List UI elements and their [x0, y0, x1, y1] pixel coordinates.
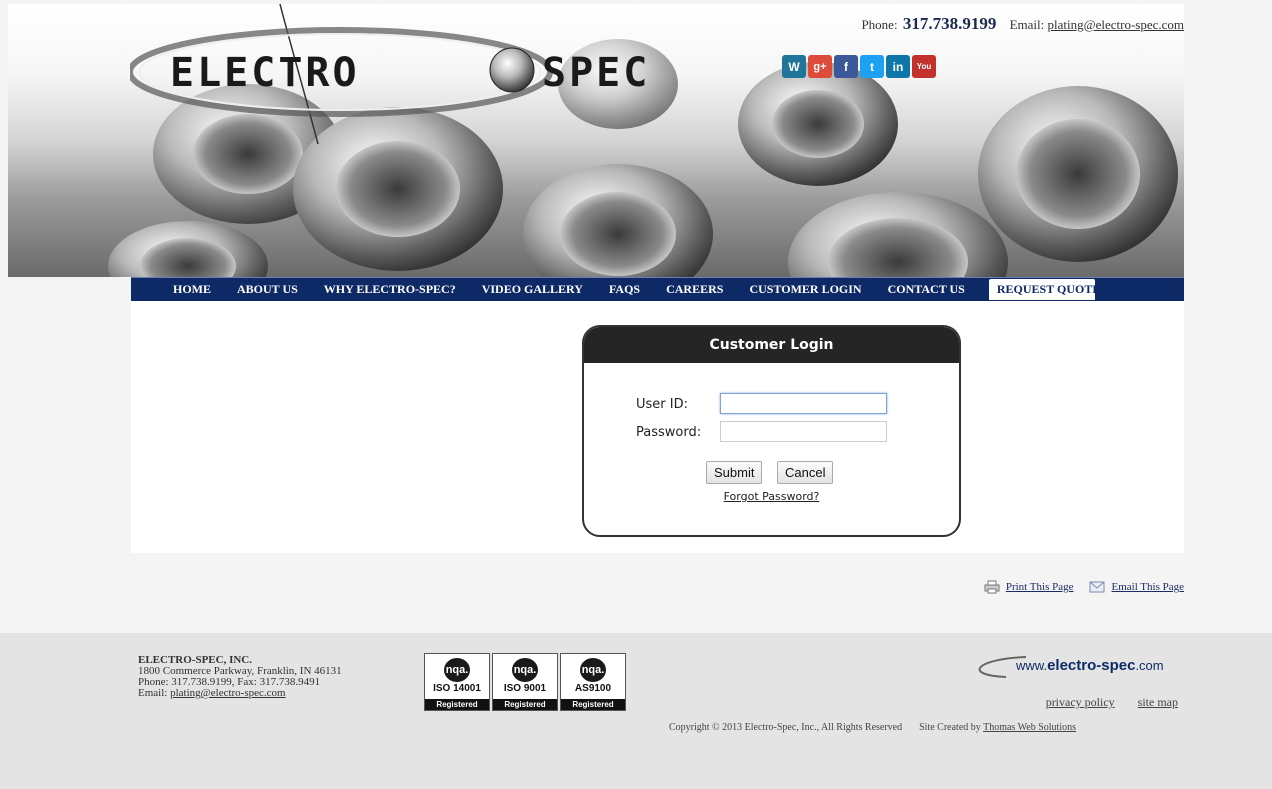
- twitter-icon[interactable]: t: [860, 55, 884, 78]
- social-icons: W g+ f t in You: [782, 55, 936, 78]
- svg-text:ELECTRO: ELECTRO: [170, 50, 360, 96]
- email-page-link[interactable]: Email This Page: [1111, 581, 1184, 593]
- nav-faqs[interactable]: FAQS: [609, 282, 640, 297]
- header-email-link[interactable]: plating@electro-spec.com: [1048, 17, 1185, 32]
- nav-careers[interactable]: CAREERS: [666, 282, 723, 297]
- customer-login-panel: Customer Login User ID: Password: Submit…: [582, 325, 961, 537]
- cancel-button[interactable]: Cancel: [777, 461, 834, 484]
- www-domain: electro-spec: [1047, 657, 1135, 674]
- page-tools: Print This Page Email This Page: [984, 580, 1184, 594]
- footer-links: privacy policy site map: [1026, 695, 1178, 710]
- copyright-text: Copyright © 2013 Electro-Spec, Inc., All…: [669, 722, 903, 733]
- certification-badges: nqa. ISO 14001 Registered nqa. ISO 9001 …: [424, 653, 626, 711]
- login-title: Customer Login: [584, 327, 959, 363]
- nqa-logo: nqa.: [444, 658, 470, 682]
- iso-9001-badge: nqa. ISO 9001 Registered: [492, 653, 558, 711]
- footer-email-link[interactable]: plating@electro-spec.com: [170, 687, 286, 699]
- badge-status: Registered: [561, 699, 625, 710]
- nav-video-gallery[interactable]: VIDEO GALLERY: [482, 282, 583, 297]
- badge-standard: ISO 14001: [433, 683, 481, 694]
- phone-label: Phone:: [861, 17, 898, 32]
- svg-text:SPEC: SPEC: [542, 50, 650, 96]
- google-plus-icon[interactable]: g+: [808, 55, 832, 78]
- password-input[interactable]: [720, 421, 887, 442]
- nav-home[interactable]: HOME: [173, 282, 211, 297]
- svg-text:www.electro-spec.com: www.electro-spec.com: [1015, 657, 1164, 674]
- privacy-policy-link[interactable]: privacy policy: [1046, 695, 1115, 709]
- user-id-label: User ID:: [636, 397, 688, 412]
- copyright-row: Copyright © 2013 Electro-Spec, Inc., All…: [669, 722, 1076, 733]
- header-contact: Phone: 317.738.9199 Email: plating@elect…: [861, 14, 1184, 34]
- nqa-logo: nqa.: [512, 658, 538, 682]
- email-label: Email:: [1009, 17, 1045, 32]
- user-id-input[interactable]: [720, 393, 887, 414]
- facebook-icon[interactable]: f: [834, 55, 858, 78]
- footer: ELECTRO-SPEC, INC. 1800 Commerce Parkway…: [0, 633, 1272, 789]
- badge-status: Registered: [493, 699, 557, 710]
- nav-contact-us[interactable]: CONTACT US: [888, 282, 965, 297]
- print-page-link[interactable]: Print This Page: [1006, 581, 1074, 593]
- credit-link[interactable]: Thomas Web Solutions: [983, 722, 1076, 733]
- iso-14001-badge: nqa. ISO 14001 Registered: [424, 653, 490, 711]
- www-logo[interactable]: www.electro-spec.com: [966, 651, 1186, 681]
- printer-icon[interactable]: [984, 580, 1000, 594]
- nav-why-electro-spec[interactable]: WHY ELECTRO-SPEC?: [324, 282, 456, 297]
- www-suffix: .com: [1135, 658, 1163, 673]
- nqa-logo: nqa.: [580, 658, 606, 682]
- main-nav: HOME ABOUT US WHY ELECTRO-SPEC? VIDEO GA…: [131, 277, 1184, 301]
- main-content: Customer Login User ID: Password: Submit…: [131, 301, 1184, 553]
- email-page-icon[interactable]: [1089, 580, 1105, 594]
- submit-button[interactable]: Submit: [706, 461, 763, 484]
- youtube-icon[interactable]: You: [912, 55, 936, 78]
- phone-number: 317.738.9199: [902, 14, 997, 33]
- forgot-password-link[interactable]: Forgot Password?: [584, 490, 959, 503]
- nav-customer-login[interactable]: CUSTOMER LOGIN: [749, 282, 861, 297]
- header-banner: ELECTRO SPEC Phone: 317.738.9199 Email: …: [8, 4, 1184, 277]
- nav-about-us[interactable]: ABOUT US: [237, 282, 298, 297]
- electro-spec-logo[interactable]: ELECTRO SPEC: [130, 4, 750, 144]
- footer-address: ELECTRO-SPEC, INC. 1800 Commerce Parkway…: [138, 655, 342, 699]
- as9100-badge: nqa. AS9100 Registered: [560, 653, 626, 711]
- nav-request-quote[interactable]: REQUEST QUOTE: [988, 279, 1095, 300]
- linkedin-icon[interactable]: in: [886, 55, 910, 78]
- badge-standard: AS9100: [574, 683, 612, 694]
- wordpress-icon[interactable]: W: [782, 55, 806, 78]
- badge-standard: ISO 9001: [503, 683, 547, 694]
- site-map-link[interactable]: site map: [1138, 695, 1178, 709]
- www-prefix: www.: [1015, 658, 1047, 673]
- password-label: Password:: [636, 425, 702, 440]
- footer-email-row: Email: plating@electro-spec.com: [138, 688, 342, 699]
- footer-email-label: Email:: [138, 687, 168, 699]
- credit-prefix: Site Created by: [919, 722, 981, 733]
- badge-status: Registered: [425, 699, 489, 710]
